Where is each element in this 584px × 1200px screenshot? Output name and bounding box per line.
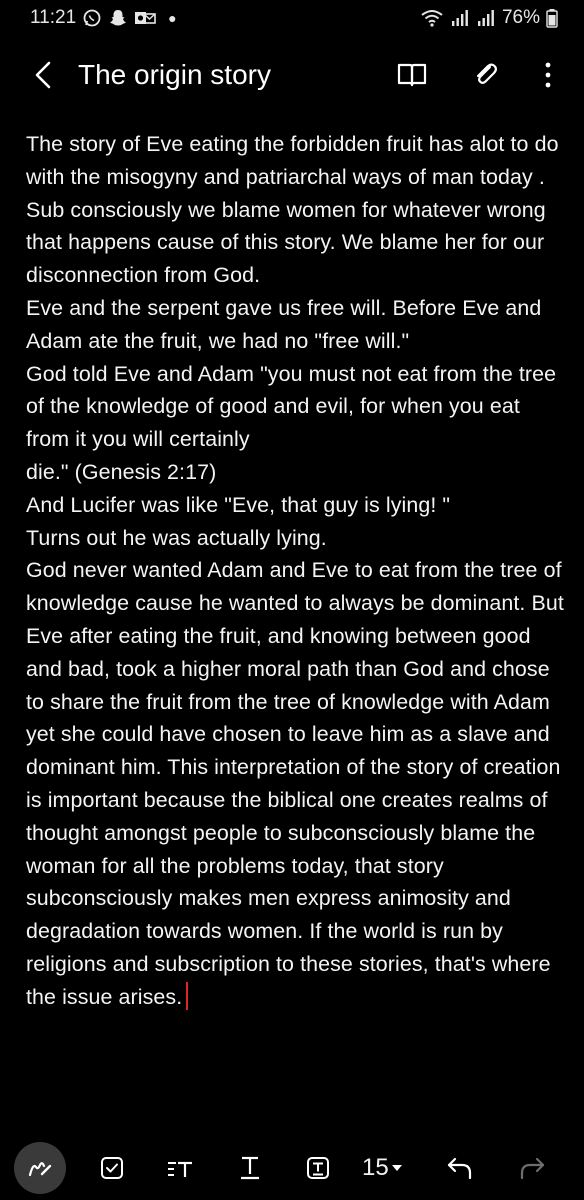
battery-percentage: 76%: [501, 7, 540, 28]
font-size-value: 15: [362, 1154, 389, 1181]
font-size-selector[interactable]: 15: [362, 1144, 403, 1192]
redo-icon: [520, 1157, 545, 1180]
signal-icon: [476, 8, 496, 28]
text-format-button[interactable]: [226, 1144, 274, 1192]
note-paragraph: Turns out he was actually lying.: [26, 525, 327, 550]
text-box-icon: [307, 1157, 329, 1179]
pen-mode-icon: [28, 1162, 52, 1177]
attach-button[interactable]: [460, 49, 512, 101]
back-button[interactable]: [16, 47, 72, 103]
back-icon: [35, 61, 51, 89]
status-left: 11:21 ●: [30, 7, 177, 29]
signal-icon: [450, 8, 470, 28]
dropdown-arrow-icon: [391, 1165, 402, 1171]
note-paragraph: The story of Eve eating the forbidden fr…: [26, 132, 559, 288]
text-box-button[interactable]: [294, 1144, 342, 1192]
reading-mode-button[interactable]: [386, 49, 438, 101]
text-style-icon: [168, 1161, 192, 1177]
note-paragraph: Eve and the serpent gave us free will. B…: [26, 295, 542, 353]
undo-icon: [447, 1157, 472, 1180]
undo-button[interactable]: [436, 1144, 484, 1192]
status-bar: 11:21 ● 76%: [0, 0, 584, 36]
more-icon: [545, 62, 551, 88]
checkbox-button[interactable]: [88, 1144, 136, 1192]
battery-icon: [546, 8, 558, 28]
attach-icon: [476, 63, 497, 84]
pen-mode-button[interactable]: [14, 1142, 66, 1194]
checkbox-icon: [101, 1157, 123, 1179]
editor-toolbar: 15: [0, 1138, 584, 1200]
note-paragraph: God never wanted Adam and Eve to eat fro…: [26, 558, 564, 1009]
more-options-button[interactable]: [522, 49, 574, 101]
note-body[interactable]: The story of Eve eating the forbidden fr…: [26, 128, 566, 1128]
wifi-icon: [420, 8, 444, 28]
reading-mode-icon: [397, 63, 427, 87]
text-format-icon: [241, 1156, 259, 1180]
clock: 11:21: [30, 7, 77, 28]
status-right: 76%: [420, 7, 558, 29]
outlook-icon: [134, 8, 156, 28]
snapchat-icon: [108, 8, 128, 28]
notification-dot: ●: [168, 10, 177, 26]
app-bar: The origin story: [0, 36, 584, 114]
note-paragraph: die." (Genesis 2:17): [26, 459, 217, 484]
redo-button[interactable]: [508, 1144, 556, 1192]
whatsapp-icon: [82, 8, 102, 28]
note-paragraph-last: God never wanted Adam and Eve to eat fro…: [26, 554, 566, 1013]
text-style-button[interactable]: [156, 1144, 204, 1192]
note-title[interactable]: The origin story: [78, 59, 386, 91]
text-cursor: [186, 981, 189, 1010]
note-paragraph: God told Eve and Adam "you must not eat …: [26, 361, 557, 452]
note-paragraph: And Lucifer was like "Eve, that guy is l…: [26, 492, 451, 517]
